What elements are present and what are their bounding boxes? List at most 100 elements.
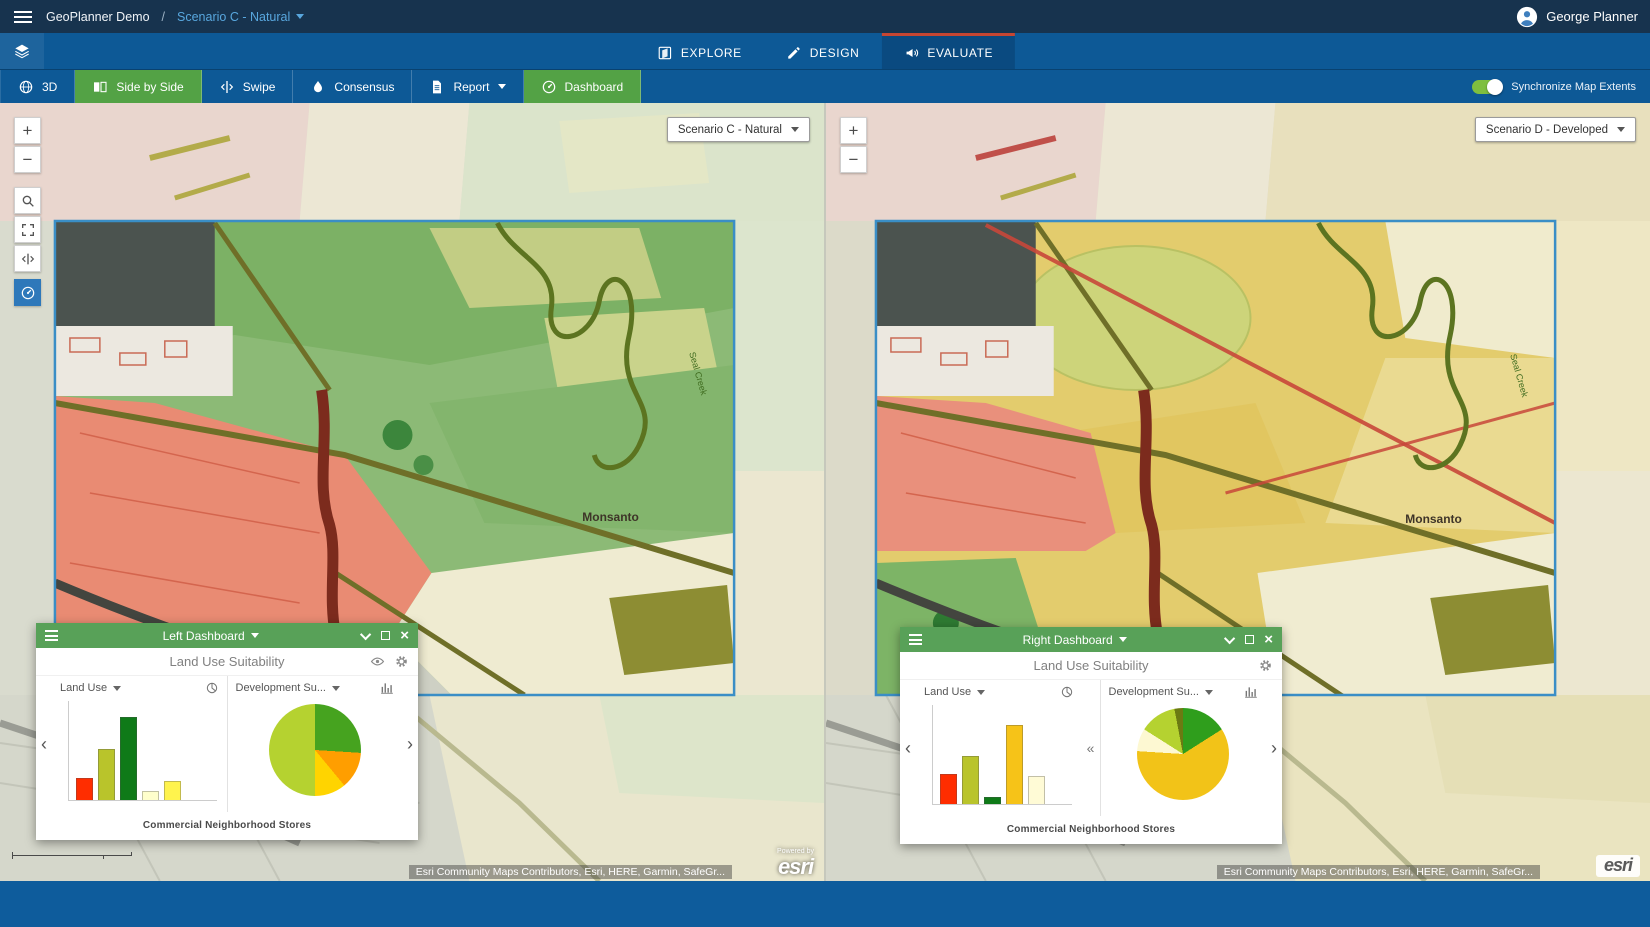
eye-icon[interactable]	[370, 654, 385, 669]
swipe-tool-button[interactable]	[14, 245, 41, 272]
left-dashboard-window: Left Dashboard × Land Use Suitability ‹	[36, 623, 418, 840]
bar-segment	[142, 791, 159, 800]
side-by-side-button[interactable]: Side by Side	[75, 70, 201, 103]
chevron-down-icon	[332, 686, 340, 691]
esri-logo: Powered by esri	[777, 848, 814, 878]
chart-field-selector[interactable]: Land Use	[60, 682, 121, 694]
main-menubar: EXPLORE DESIGN EVALUATE	[0, 33, 1650, 69]
bar-segment	[98, 749, 115, 800]
widget-title: Land Use Suitability	[36, 654, 418, 669]
consensus-button[interactable]: Consensus	[293, 70, 412, 103]
dashboard-title: Right Dashboard	[1023, 633, 1113, 647]
dashboard-menu-icon[interactable]	[45, 630, 58, 641]
chart-type-bar-icon[interactable]	[1244, 685, 1258, 699]
left-map-panel: Monsanto Seal Creek + − Sc	[0, 103, 826, 881]
maximize-icon[interactable]	[1245, 635, 1254, 644]
consensus-button-label: Consensus	[334, 80, 394, 94]
gauge-icon	[541, 79, 557, 95]
3d-button[interactable]: 3D	[0, 70, 75, 103]
widget-header: Land Use Suitability	[36, 648, 418, 676]
user-avatar-icon[interactable]	[1516, 6, 1538, 28]
default-extent-button[interactable]	[14, 216, 41, 243]
carousel-collapse-icon[interactable]: «	[1082, 680, 1100, 816]
pie-chart-widget: Development Su...	[1100, 680, 1267, 816]
dashboard-button-label: Dashboard	[565, 80, 624, 94]
chevron-down-icon	[251, 633, 259, 638]
chevron-down-icon	[1205, 690, 1213, 695]
sync-extents-label: Synchronize Map Extents	[1511, 81, 1636, 93]
map-attribution: Esri Community Maps Contributors, Esri, …	[1217, 865, 1540, 879]
chevron-down-icon	[977, 690, 985, 695]
dashboard-title: Left Dashboard	[163, 629, 245, 643]
carousel-prev-icon[interactable]: ‹	[900, 680, 916, 816]
zoom-in-button[interactable]: +	[840, 117, 867, 144]
tab-explore[interactable]: EXPLORE	[635, 33, 764, 69]
tab-evaluate[interactable]: EVALUATE	[881, 33, 1015, 69]
dashboard-title-dropdown[interactable]: Right Dashboard	[922, 633, 1227, 647]
carousel-next-icon[interactable]: ›	[402, 676, 418, 812]
right-scenario-selector[interactable]: Scenario D - Developed	[1475, 117, 1636, 142]
bar-segment	[984, 797, 1001, 804]
mode-tabs: EXPLORE DESIGN EVALUATE	[635, 33, 1015, 69]
layers-icon[interactable]	[0, 33, 44, 69]
close-icon[interactable]: ×	[1264, 632, 1273, 647]
tab-explore-label: EXPLORE	[681, 46, 742, 60]
esri-wordmark: esri	[778, 854, 813, 879]
chart-footer-label: Commercial Neighborhood Stores	[900, 816, 1282, 843]
zoom-out-button[interactable]: −	[840, 146, 867, 173]
chart-type-pie-icon[interactable]	[205, 681, 219, 695]
right-scenario-label: Scenario D - Developed	[1486, 124, 1608, 136]
development-suitability-pie-chart	[269, 704, 361, 796]
user-name[interactable]: George Planner	[1546, 9, 1638, 24]
chart-field-selector[interactable]: Land Use	[924, 686, 985, 698]
swipe-button[interactable]: Swipe	[202, 70, 294, 103]
zoom-in-button[interactable]: +	[14, 117, 41, 144]
chart-field-selector[interactable]: Development Su...	[1109, 686, 1214, 698]
bar-chart-widget: Land Use	[52, 676, 227, 812]
dashboard-title-dropdown[interactable]: Left Dashboard	[58, 629, 363, 643]
breadcrumb-separator: /	[162, 10, 165, 24]
dashboard-titlebar[interactable]: Right Dashboard ×	[900, 627, 1282, 652]
evaluate-toolbar: 3D Side by Side Swipe Consensus Report D…	[0, 69, 1650, 103]
chart-carousel: ‹ Land Use Development Su...	[36, 676, 418, 812]
chart-field-selector[interactable]: Development Su...	[236, 682, 341, 694]
chart-field-label: Land Use	[924, 686, 971, 698]
search-button[interactable]	[14, 187, 41, 214]
chevron-down-icon	[113, 686, 121, 691]
chart-type-pie-icon[interactable]	[1060, 685, 1074, 699]
chevron-down-icon	[296, 14, 304, 19]
sync-extents-toggle[interactable]	[1472, 80, 1502, 94]
breadcrumb-scenario-dropdown[interactable]: Scenario C - Natural	[177, 10, 304, 24]
widget-header: Land Use Suitability	[900, 652, 1282, 680]
app-menu-icon[interactable]	[12, 7, 34, 27]
gear-icon[interactable]	[1258, 658, 1273, 673]
expand-icon	[20, 222, 36, 238]
bar-segment	[120, 717, 137, 800]
top-app-bar: GeoPlanner Demo / Scenario C - Natural G…	[0, 0, 1650, 33]
carousel-prev-icon[interactable]: ‹	[36, 676, 52, 812]
report-button[interactable]: Report	[412, 70, 523, 103]
left-scenario-selector[interactable]: Scenario C - Natural	[667, 117, 810, 142]
dashboard-tool-button[interactable]	[14, 279, 41, 306]
maximize-icon[interactable]	[381, 631, 390, 640]
swipe-icon	[219, 79, 235, 95]
search-icon	[20, 193, 36, 209]
bar-segment	[1028, 776, 1045, 804]
dashboard-menu-icon[interactable]	[909, 634, 922, 645]
carousel-next-icon[interactable]: ›	[1266, 680, 1282, 816]
close-icon[interactable]: ×	[400, 628, 409, 643]
app-title[interactable]: GeoPlanner Demo	[46, 10, 150, 24]
tab-evaluate-label: EVALUATE	[927, 46, 993, 60]
dashboard-button[interactable]: Dashboard	[524, 70, 642, 103]
chevron-down-icon	[1119, 637, 1127, 642]
zoom-out-button[interactable]: −	[14, 146, 41, 173]
chevron-down-icon	[1617, 127, 1625, 132]
report-button-label: Report	[453, 80, 489, 94]
map-label-monsanto: Monsanto	[1405, 512, 1462, 526]
chart-footer-label: Commercial Neighborhood Stores	[36, 812, 418, 839]
tab-design[interactable]: DESIGN	[764, 33, 882, 69]
gear-icon[interactable]	[394, 654, 409, 669]
chart-type-bar-icon[interactable]	[380, 681, 394, 695]
bar-segment	[940, 774, 957, 804]
dashboard-titlebar[interactable]: Left Dashboard ×	[36, 623, 418, 648]
